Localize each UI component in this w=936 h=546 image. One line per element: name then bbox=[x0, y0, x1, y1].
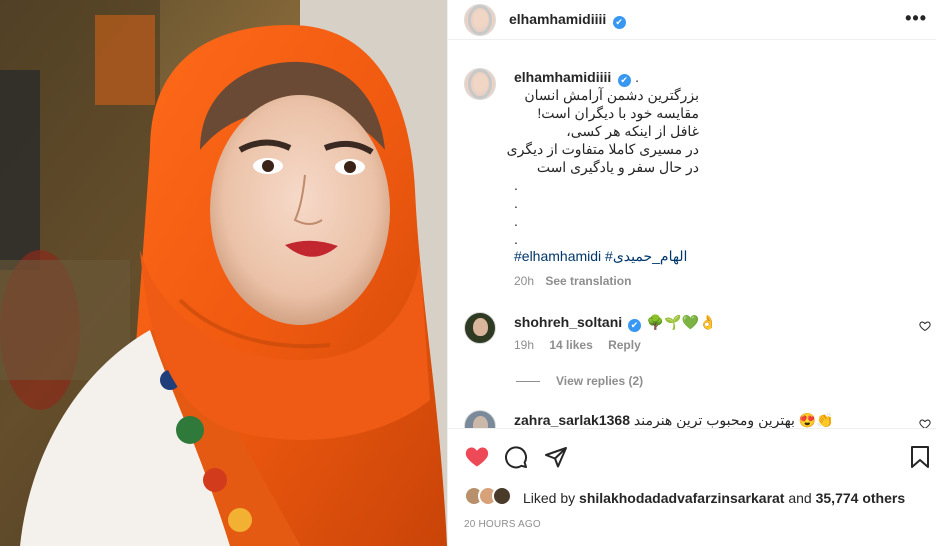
heart-filled-icon[interactable] bbox=[464, 445, 490, 469]
header-author: elhamhamidiiii ✔ bbox=[509, 11, 626, 29]
portrait-image bbox=[0, 0, 447, 546]
view-replies-button[interactable]: View replies (2) bbox=[516, 374, 643, 388]
caption-hashtags[interactable]: #elhamhamidi #الهام_حمیدی bbox=[514, 248, 687, 265]
liked-by-prefix: Liked by bbox=[523, 490, 580, 506]
caption-author-row: elhamhamidiiii ✔ . bbox=[514, 69, 639, 87]
caption-line: در حال سفر و یادگیری است bbox=[536, 159, 699, 175]
liked-by-count[interactable]: 35,774 others bbox=[816, 490, 906, 506]
caption-line: مقایسه خود با دیگران است! bbox=[537, 105, 699, 121]
reply-button[interactable]: Reply bbox=[608, 338, 641, 352]
caption-username[interactable]: elhamhamidiiii bbox=[514, 69, 611, 85]
caption-trailing: . bbox=[635, 69, 640, 85]
share-icon[interactable] bbox=[544, 445, 568, 469]
comment-text: 🌳🌱💚👌 bbox=[646, 314, 717, 330]
commenter-avatar[interactable] bbox=[464, 410, 496, 428]
caption-meta: 20h See translation bbox=[514, 274, 631, 288]
caption-line: . bbox=[514, 231, 518, 247]
comment-row: shohreh_soltani ✔ 🌳🌱💚👌 bbox=[514, 314, 717, 332]
post-header: elhamhamidiiii ✔ ••• bbox=[448, 0, 936, 40]
post-detail-panel: elhamhamidiiii ✔ ••• elhamhamidiiii ✔ . … bbox=[447, 0, 936, 546]
see-translation-link[interactable]: See translation bbox=[545, 274, 631, 288]
verified-badge-icon: ✔ bbox=[612, 16, 626, 29]
replies-divider bbox=[516, 381, 540, 383]
commenter-avatar[interactable] bbox=[464, 312, 496, 344]
comments-list: elhamhamidiiii ✔ . بزرگترین دشمن آرامش ا… bbox=[448, 52, 936, 428]
verified-badge-icon: ✔ bbox=[628, 319, 642, 332]
liker-avatar bbox=[492, 486, 512, 506]
comment-likes[interactable]: 14 likes bbox=[549, 338, 592, 352]
caption-text: بزرگترین دشمن آرامش انسان مقایسه خود با … bbox=[506, 86, 699, 248]
commenter-username[interactable]: zahra_sarlak1368 bbox=[514, 412, 630, 428]
bookmark-icon[interactable] bbox=[910, 445, 930, 469]
commenter-username[interactable]: shohreh_soltani bbox=[514, 314, 622, 330]
comment-like-heart-icon[interactable] bbox=[919, 320, 931, 332]
caption-line: بزرگترین دشمن آرامش انسان bbox=[524, 87, 699, 103]
comment-icon[interactable] bbox=[504, 445, 528, 469]
post-actions-section: Liked by shilakhodadadvafarzinsarkarat a… bbox=[448, 428, 936, 546]
view-replies-label: View replies (2) bbox=[556, 374, 644, 388]
caption-line: . bbox=[514, 177, 518, 193]
liked-by-summary: Liked by shilakhodadadvafarzinsarkarat a… bbox=[523, 490, 905, 506]
caption-line: غافل از اینکه هر کسی، bbox=[566, 123, 699, 139]
caption-line: . bbox=[514, 213, 518, 229]
comment-text: بهترین ومحبوب ترین هنرمند 😍👏 bbox=[633, 412, 834, 428]
comment-row: zahra_sarlak1368 بهترین ومحبوب ترین هنرم… bbox=[514, 412, 834, 428]
caption-line: در مسیری کاملا متفاوت از دیگری bbox=[506, 141, 699, 157]
liked-by-middle: and bbox=[784, 490, 816, 506]
likers-avatars[interactable] bbox=[464, 486, 520, 508]
caption-avatar[interactable] bbox=[464, 68, 496, 100]
liked-by-user[interactable]: shilakhodadadvafarzinsarkarat bbox=[579, 490, 784, 506]
post-photo[interactable] bbox=[0, 0, 447, 546]
comment-like-heart-icon[interactable] bbox=[919, 418, 931, 428]
caption-time[interactable]: 20h bbox=[514, 274, 534, 288]
caption-line: . bbox=[514, 195, 518, 211]
more-options-icon[interactable]: ••• bbox=[905, 8, 927, 29]
comment-meta: 19h 14 likes Reply bbox=[514, 338, 641, 352]
comment-time[interactable]: 19h bbox=[514, 338, 534, 352]
post-timestamp[interactable]: 20 HOURS AGO bbox=[464, 519, 541, 530]
author-avatar[interactable] bbox=[464, 4, 496, 36]
author-username[interactable]: elhamhamidiiii bbox=[509, 11, 606, 27]
